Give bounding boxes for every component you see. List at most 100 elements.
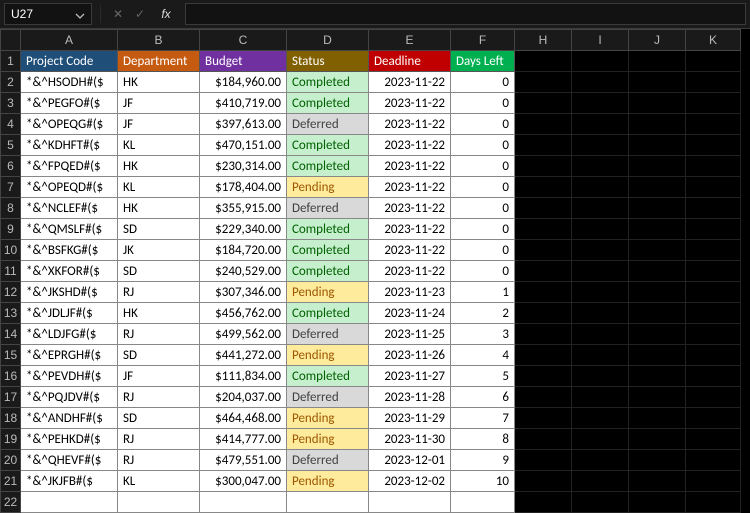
header-F[interactable]: Days Left	[451, 51, 515, 72]
cell-F15[interactable]: 4	[451, 345, 515, 366]
empty-cell[interactable]	[629, 240, 686, 261]
empty-cell[interactable]	[515, 198, 572, 219]
cell-E5[interactable]: 2023-11-22	[369, 135, 451, 156]
col-header-E[interactable]: E	[369, 30, 451, 51]
empty-cell[interactable]	[629, 429, 686, 450]
col-header-H[interactable]: H	[515, 30, 572, 51]
cell-F10[interactable]: 0	[451, 240, 515, 261]
cell-A15[interactable]: *&^EPRGH#($	[21, 345, 118, 366]
empty-cell[interactable]	[629, 177, 686, 198]
empty-cell[interactable]	[515, 408, 572, 429]
cell-B7[interactable]: KL	[118, 177, 200, 198]
empty-cell[interactable]	[572, 219, 629, 240]
fx-icon[interactable]: fx	[157, 7, 175, 21]
empty-cell[interactable]	[686, 261, 741, 282]
empty-cell[interactable]	[572, 114, 629, 135]
cell-A14[interactable]: *&^LDJFG#($	[21, 324, 118, 345]
row-header[interactable]: 20	[1, 450, 21, 471]
cell-B5[interactable]: KL	[118, 135, 200, 156]
empty-cell[interactable]	[686, 387, 741, 408]
empty-cell[interactable]	[629, 492, 686, 513]
cell-F5[interactable]: 0	[451, 135, 515, 156]
cell-F14[interactable]: 3	[451, 324, 515, 345]
cell-A12[interactable]: *&^JKSHD#($	[21, 282, 118, 303]
empty-cell[interactable]	[515, 450, 572, 471]
empty-cell[interactable]	[515, 366, 572, 387]
cell-B19[interactable]: RJ	[118, 429, 200, 450]
empty-cell[interactable]	[629, 282, 686, 303]
empty-cell[interactable]	[629, 324, 686, 345]
cell-F3[interactable]: 0	[451, 93, 515, 114]
cell-D6[interactable]: Completed	[287, 156, 369, 177]
cell-E11[interactable]: 2023-11-22	[369, 261, 451, 282]
cell-D17[interactable]: Deferred	[287, 387, 369, 408]
cell-C19[interactable]: $414,777.00	[200, 429, 287, 450]
row-header[interactable]: 22	[1, 492, 21, 513]
cell-B22[interactable]	[118, 492, 200, 513]
cell-F21[interactable]: 10	[451, 471, 515, 492]
formula-input[interactable]	[185, 3, 746, 25]
col-header-K[interactable]: K	[686, 30, 741, 51]
empty-cell[interactable]	[572, 135, 629, 156]
cell-F20[interactable]: 9	[451, 450, 515, 471]
row-header[interactable]: 10	[1, 240, 21, 261]
empty-cell[interactable]	[572, 156, 629, 177]
row-header[interactable]: 9	[1, 219, 21, 240]
cell-E22[interactable]	[369, 492, 451, 513]
row-header[interactable]: 18	[1, 408, 21, 429]
cell-F6[interactable]: 0	[451, 156, 515, 177]
empty-cell[interactable]	[629, 366, 686, 387]
select-all-corner[interactable]	[1, 30, 21, 51]
row-header[interactable]: 19	[1, 429, 21, 450]
cell-D3[interactable]: Completed	[287, 93, 369, 114]
cell-F2[interactable]: 0	[451, 72, 515, 93]
cell-C11[interactable]: $240,529.00	[200, 261, 287, 282]
col-header-D[interactable]: D	[287, 30, 369, 51]
empty-cell[interactable]	[686, 51, 741, 72]
empty-cell[interactable]	[629, 261, 686, 282]
empty-cell[interactable]	[515, 135, 572, 156]
row-header[interactable]: 1	[1, 51, 21, 72]
empty-cell[interactable]	[629, 156, 686, 177]
cell-C15[interactable]: $441,272.00	[200, 345, 287, 366]
cell-D19[interactable]: Pending	[287, 429, 369, 450]
empty-cell[interactable]	[515, 72, 572, 93]
row-header[interactable]: 4	[1, 114, 21, 135]
cell-E19[interactable]: 2023-11-30	[369, 429, 451, 450]
cell-B10[interactable]: JK	[118, 240, 200, 261]
cell-B17[interactable]: RJ	[118, 387, 200, 408]
row-header[interactable]: 7	[1, 177, 21, 198]
empty-cell[interactable]	[629, 93, 686, 114]
cell-D21[interactable]: Pending	[287, 471, 369, 492]
row-header[interactable]: 8	[1, 198, 21, 219]
empty-cell[interactable]	[515, 492, 572, 513]
col-header-A[interactable]: A	[21, 30, 118, 51]
cell-E8[interactable]: 2023-11-22	[369, 198, 451, 219]
empty-cell[interactable]	[686, 303, 741, 324]
cancel-formula-icon[interactable]: ✕	[109, 7, 127, 21]
col-header-F[interactable]: F	[451, 30, 515, 51]
cell-D8[interactable]: Deferred	[287, 198, 369, 219]
cell-A4[interactable]: *&^OPEQG#($	[21, 114, 118, 135]
empty-cell[interactable]	[686, 492, 741, 513]
cell-A16[interactable]: *&^PEVDH#($	[21, 366, 118, 387]
cell-C17[interactable]: $204,037.00	[200, 387, 287, 408]
cell-D15[interactable]: Pending	[287, 345, 369, 366]
cell-A11[interactable]: *&^XKFOR#($	[21, 261, 118, 282]
cell-B12[interactable]: RJ	[118, 282, 200, 303]
cell-D12[interactable]: Pending	[287, 282, 369, 303]
cell-B11[interactable]: SD	[118, 261, 200, 282]
cell-F11[interactable]: 0	[451, 261, 515, 282]
header-B[interactable]: Department	[118, 51, 200, 72]
empty-cell[interactable]	[629, 114, 686, 135]
empty-cell[interactable]	[686, 135, 741, 156]
cell-D13[interactable]: Completed	[287, 303, 369, 324]
cell-F16[interactable]: 5	[451, 366, 515, 387]
header-A[interactable]: Project Code	[21, 51, 118, 72]
empty-cell[interactable]	[515, 219, 572, 240]
cell-A9[interactable]: *&^QMSLF#($	[21, 219, 118, 240]
empty-cell[interactable]	[686, 471, 741, 492]
cell-F19[interactable]: 8	[451, 429, 515, 450]
cell-D14[interactable]: Deferred	[287, 324, 369, 345]
empty-cell[interactable]	[515, 471, 572, 492]
